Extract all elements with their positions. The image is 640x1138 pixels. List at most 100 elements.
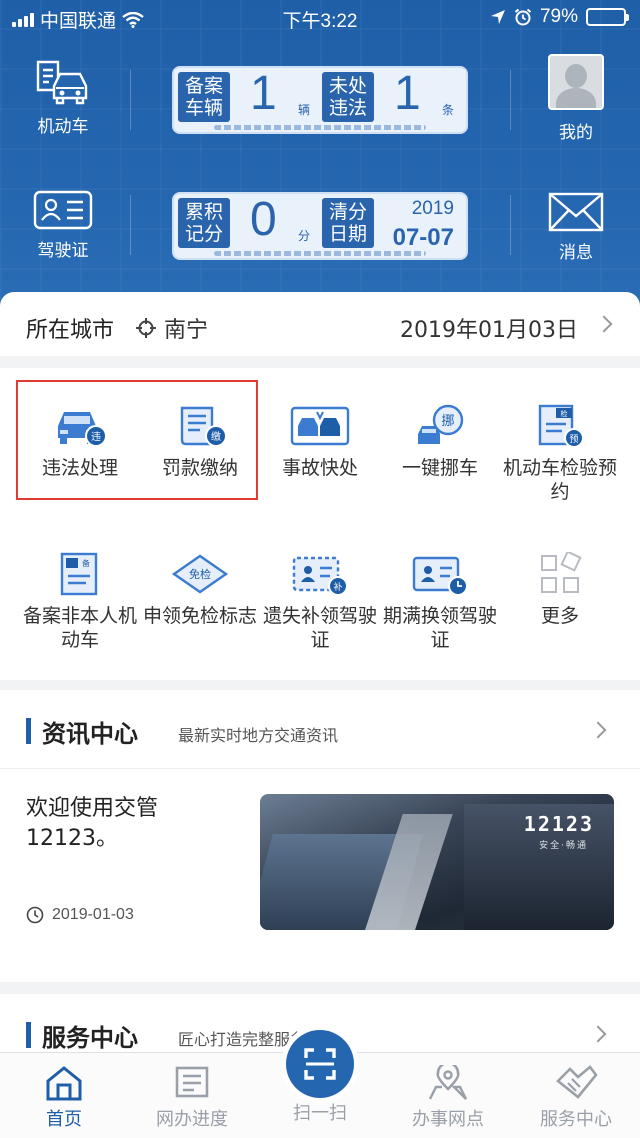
plate-decoration: [214, 125, 426, 130]
reissue-license-icon: 补: [292, 556, 348, 596]
news-section: 资讯中心 最新实时地方交通资讯 欢迎使用交管12123。 2019-01-03 …: [0, 690, 640, 982]
svg-text:挪: 挪: [441, 414, 454, 429]
crosshair-icon: [136, 318, 156, 338]
service-label: 更多: [540, 605, 579, 627]
service-accident[interactable]: 事故快处: [260, 404, 380, 480]
points-label: 累积记分: [178, 198, 230, 248]
highlight-box: [16, 380, 258, 500]
tab-label: 扫一扫: [293, 1103, 347, 1124]
tab-progress[interactable]: 网办进度: [128, 1065, 256, 1131]
license-card-icon: [33, 190, 93, 230]
service-move-car[interactable]: 挪 一键挪车: [380, 404, 500, 480]
header-pattern: [0, 0, 640, 310]
tab-service-points[interactable]: 办事网点: [384, 1065, 512, 1131]
divider: [510, 70, 511, 130]
chevron-right-icon[interactable]: [589, 721, 607, 739]
tab-label: 首页: [46, 1109, 82, 1130]
service-label: 事故快处: [281, 457, 358, 479]
tab-home[interactable]: 首页: [0, 1065, 128, 1131]
news-subtitle: 最新实时地方交通资讯: [178, 726, 339, 745]
news-header[interactable]: 资讯中心 最新实时地方交通资讯: [0, 690, 640, 768]
service-more[interactable]: 更多: [500, 552, 620, 628]
service-renew-license[interactable]: 期满换领驾驶证: [380, 552, 500, 652]
license-summary-plate[interactable]: 累积记分 0 分 清分日期 2019 07-07: [172, 192, 468, 260]
divider: [130, 70, 131, 130]
tab-scan[interactable]: 扫一扫: [256, 1099, 384, 1125]
pending-violations-count: 1 条: [374, 67, 462, 122]
chevron-right-icon[interactable]: [589, 1025, 607, 1043]
progress-icon: [175, 1066, 209, 1098]
service-label: 机动车检验预约: [502, 457, 617, 503]
tab-label: 网办进度: [156, 1109, 228, 1130]
registered-count-value: 1: [250, 67, 277, 120]
divider: [130, 195, 131, 255]
scan-button[interactable]: [286, 1030, 354, 1098]
points-value: 0: [250, 193, 277, 246]
plate-decoration: [214, 251, 426, 256]
license-entry-label: 驾驶证: [37, 241, 89, 261]
car-document-icon: [36, 60, 88, 105]
service-register-vehicle[interactable]: 备 备案非本人机动车: [20, 552, 140, 652]
location-icon: [428, 1065, 468, 1100]
service-inspection-booking[interactable]: 检 预 机动车检验预约: [500, 404, 620, 504]
clear-date: 2019 07-07: [374, 198, 462, 251]
city-selector[interactable]: 南宁: [136, 312, 208, 344]
battery-percent: 79%: [539, 6, 578, 27]
section-marker: [26, 718, 31, 744]
vehicle-entry-label: 机动车: [37, 117, 89, 137]
pending-violations-label: 未处违法: [322, 72, 374, 122]
status-bar: 中国联通 下午3:22 79%: [0, 0, 640, 36]
registered-count-unit: 辆: [297, 103, 310, 117]
vehicle-entry[interactable]: 机动车: [8, 60, 118, 137]
tab-label: 服务中心: [540, 1109, 612, 1130]
violation-count-value: 1: [394, 67, 421, 120]
home-icon: [46, 1066, 82, 1101]
divider: [510, 195, 511, 255]
tab-service-center[interactable]: 服务中心: [512, 1065, 640, 1131]
news-item-text: 欢迎使用交管12123。: [26, 796, 159, 851]
city-bar[interactable]: 所在城市 南宁 2019年01月03日: [0, 292, 640, 356]
current-date: 2019年01月03日: [400, 318, 578, 343]
my-profile-entry[interactable]: 我的: [521, 54, 631, 143]
service-label: 遗失补领驾驶证: [262, 605, 377, 651]
license-entry[interactable]: 驾驶证: [8, 190, 118, 261]
service-reissue-license[interactable]: 补 遗失补领驾驶证: [260, 552, 380, 652]
registered-vehicles-count: 1 辆: [230, 67, 318, 122]
messages-entry[interactable]: 消息: [521, 192, 631, 263]
registered-vehicles-label: 备案车辆: [178, 72, 230, 122]
service-label: 备案非本人机动车: [22, 605, 137, 651]
clear-date-label: 清分日期: [322, 198, 374, 248]
clock-icon: [26, 906, 44, 924]
points-count: 0 分: [230, 193, 318, 248]
section-marker: [26, 1022, 31, 1048]
divider: [0, 768, 640, 769]
service-label: 期满换领驾驶证: [382, 605, 497, 651]
news-item-date-row: 2019-01-03: [26, 906, 134, 924]
violation-count-unit: 条: [441, 103, 454, 117]
my-profile-label: 我的: [559, 123, 593, 143]
service-exempt-badge[interactable]: 免检 申领免检标志: [140, 552, 260, 628]
avatar-icon: [548, 54, 604, 110]
svg-text:免检: 免检: [189, 567, 211, 581]
battery-icon: [586, 8, 629, 26]
vehicle-summary-plate[interactable]: 备案车辆 1 辆 未处违法 1 条: [172, 66, 468, 134]
move-car-icon: 挪: [418, 404, 464, 444]
tab-label: 办事网点: [412, 1109, 484, 1130]
city-label: 所在城市: [26, 318, 115, 343]
header: 中国联通 下午3:22 79% 机动车 驾驶证 备案车辆 1 辆 未处违法 1 …: [0, 0, 640, 310]
more-grid-icon: [541, 552, 582, 593]
envelope-icon: [548, 192, 604, 232]
accident-icon: [290, 406, 350, 446]
scan-icon: [304, 1048, 336, 1080]
points-unit: 分: [297, 229, 310, 243]
service-label: 一键挪车: [401, 457, 478, 479]
renew-license-icon: [412, 556, 468, 596]
svg-text:预: 预: [569, 434, 578, 445]
chevron-right-icon[interactable]: [595, 315, 613, 333]
svg-text:检: 检: [561, 409, 568, 418]
news-item-image[interactable]: 12123 安全·畅通: [260, 794, 614, 930]
location-arrow-icon: [490, 10, 505, 24]
clear-date-year: 2019: [411, 198, 454, 219]
news-item-date: 2019-01-03: [52, 906, 134, 923]
news-title: 资讯中心: [42, 720, 138, 748]
